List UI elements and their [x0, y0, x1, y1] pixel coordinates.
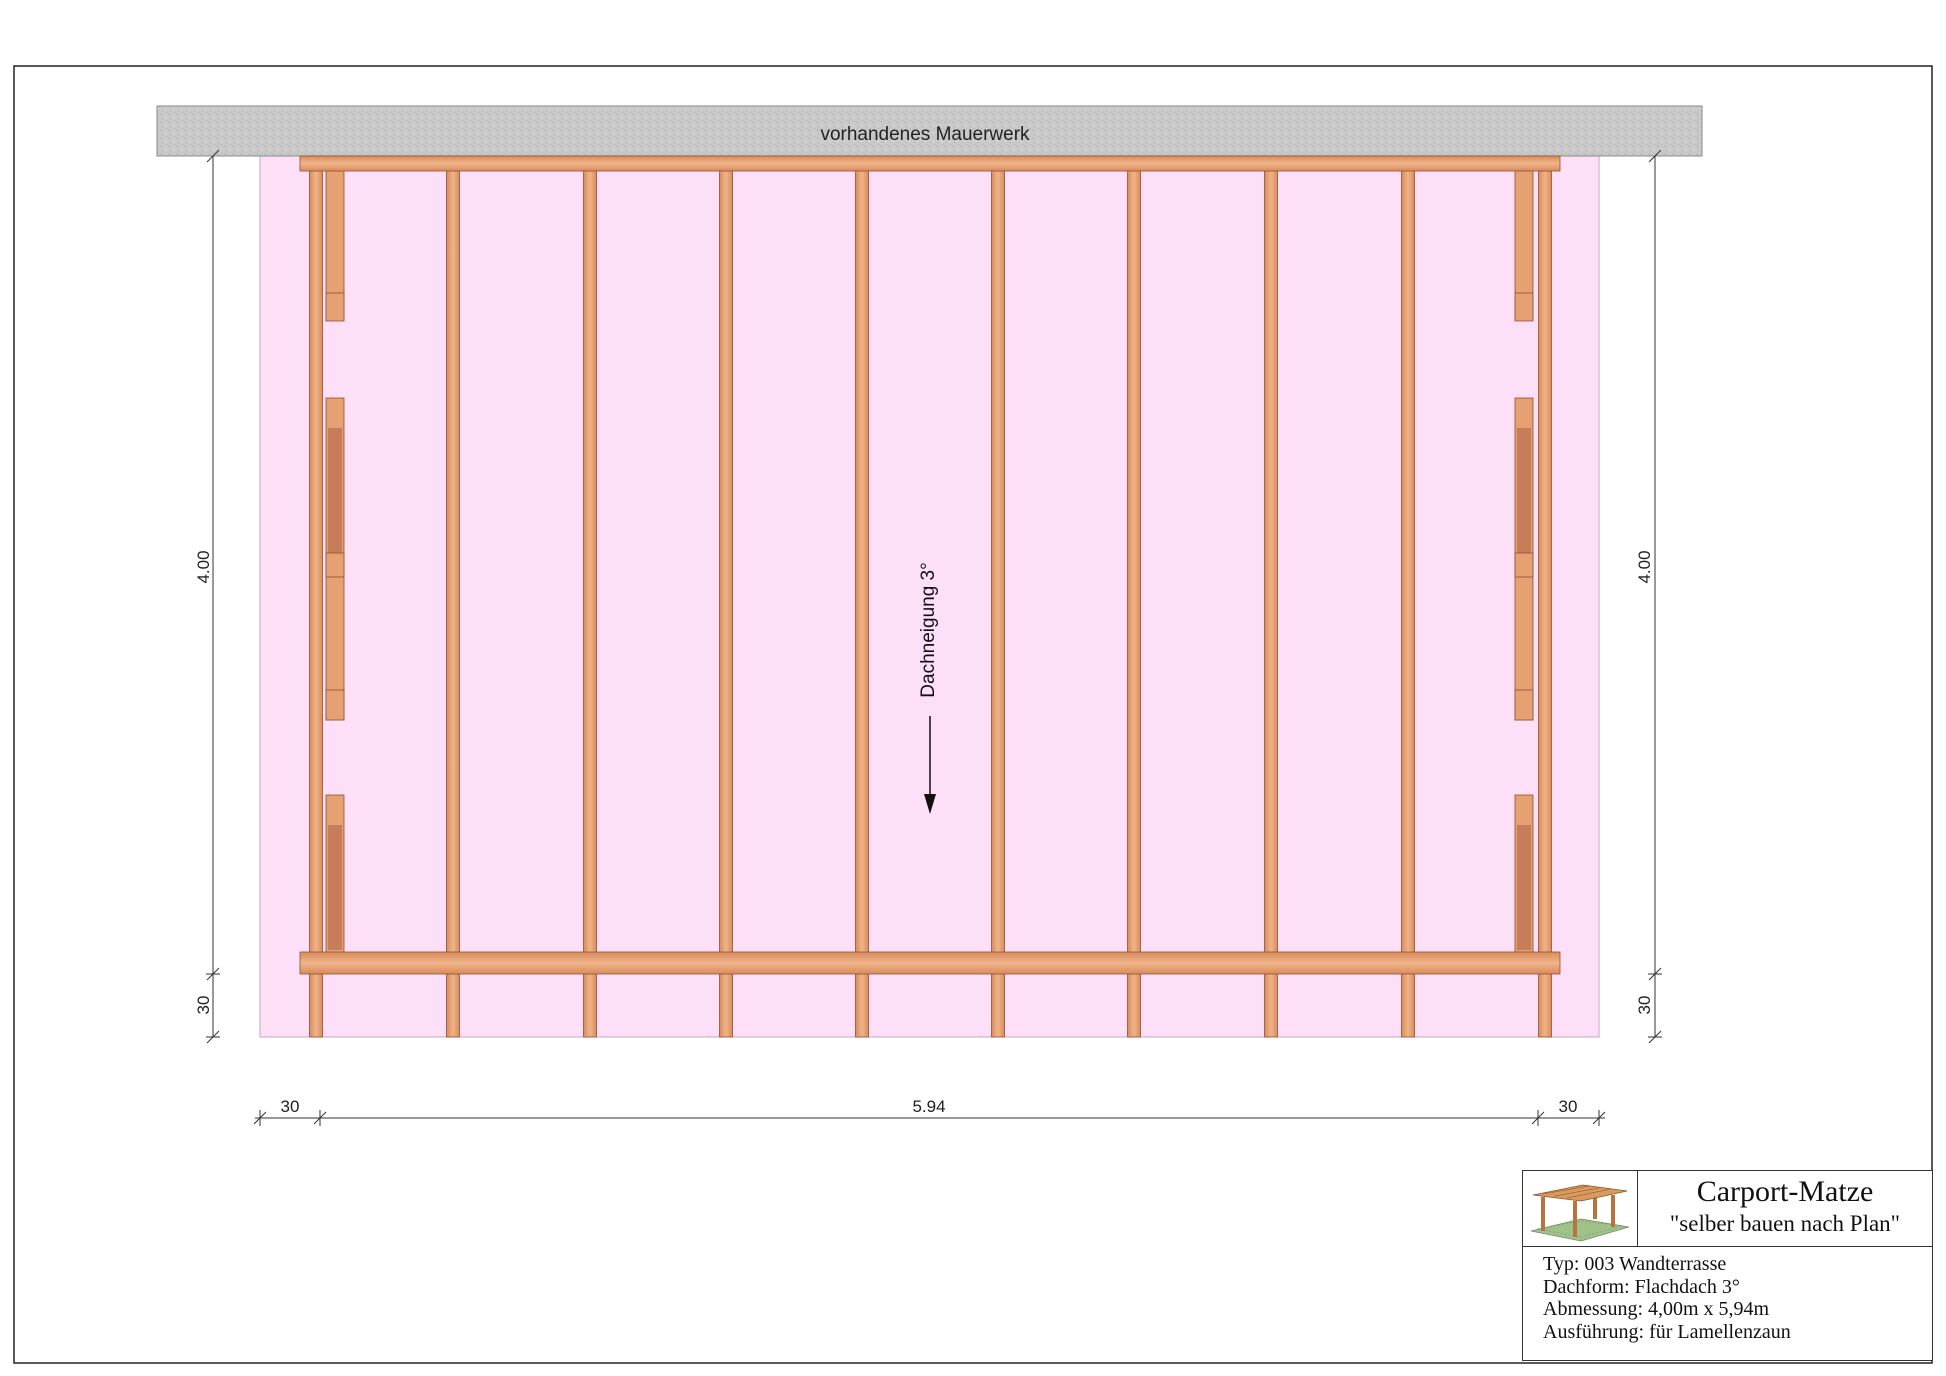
- rafter-2: [446, 155, 460, 1038]
- bottom-right-overhang-label: 30: [1559, 1097, 1578, 1116]
- left-dimension: [206, 149, 220, 1044]
- bottom-width-label: 5.94: [912, 1097, 945, 1116]
- left-depth-label: 4.00: [194, 550, 213, 583]
- rafter-8: [1264, 155, 1278, 1038]
- roof-slope-label: Dachneigung 3°: [918, 562, 939, 697]
- info-type: Typ: 003 Wandterrasse: [1543, 1253, 1727, 1275]
- rafter-3: [583, 155, 597, 1038]
- left-post-group: [325, 169, 345, 956]
- right-depth-label: 4.00: [1635, 550, 1654, 583]
- title-block: Carport-Matze "selber bauen nach Plan" T…: [1522, 1170, 1933, 1361]
- rafter-10: [1538, 155, 1552, 1038]
- left-overhang-label: 30: [194, 996, 213, 1015]
- info-execution: Ausführung: für Lamellenzaun: [1543, 1320, 1791, 1343]
- right-post-group: [1514, 169, 1534, 956]
- wall-beam: [299, 155, 1561, 172]
- info-dimensions: Abmessung: 4,00m x 5,94m: [1543, 1298, 1770, 1320]
- brand-slogan: "selber bauen nach Plan": [1669, 1211, 1901, 1236]
- rafter-5: [855, 155, 869, 1038]
- rafter-9: [1401, 155, 1415, 1038]
- right-dimension: [1648, 149, 1662, 1044]
- bottom-left-overhang-label: 30: [281, 1097, 300, 1116]
- rafter-4: [719, 155, 733, 1038]
- rafter-7: [1127, 155, 1141, 1038]
- rafter-6: [991, 155, 1005, 1038]
- info-roof-form: Dachform: Flachdach 3°: [1543, 1275, 1740, 1298]
- wall-label: vorhandenes Mauerwerk: [820, 124, 1030, 145]
- carport-icon: [1530, 1184, 1630, 1242]
- rafter-1: [309, 155, 323, 1038]
- title-block-header: Carport-Matze "selber bauen nach Plan": [1638, 1171, 1932, 1247]
- front-beam: [299, 951, 1561, 975]
- right-overhang-label: 30: [1635, 996, 1654, 1015]
- carport-logo: [1523, 1171, 1638, 1247]
- brand-name: Carport-Matze: [1696, 1175, 1874, 1208]
- title-block-info: Typ: 003 Wandterrasse Dachform: Flachdac…: [1543, 1253, 1791, 1343]
